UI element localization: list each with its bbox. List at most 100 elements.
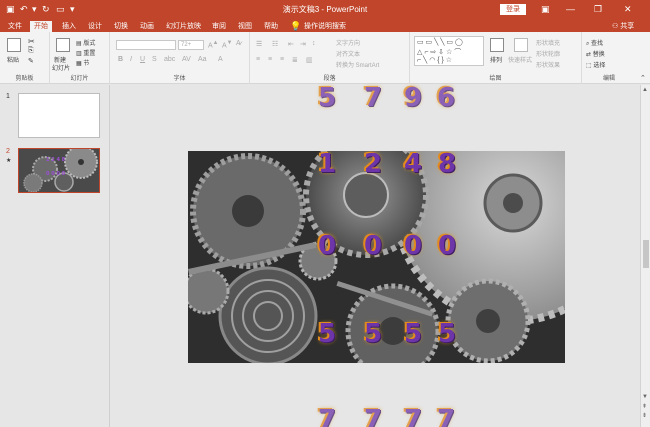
section-button[interactable]: ▦ 节: [76, 58, 89, 67]
paste-icon[interactable]: [7, 38, 21, 52]
bold-icon[interactable]: B: [118, 56, 123, 63]
digit-row1-4[interactable]: 8: [438, 151, 456, 177]
tab-help[interactable]: 帮助: [260, 21, 282, 32]
reset-button[interactable]: ▥ 重置: [76, 48, 95, 57]
decrease-indent-icon[interactable]: ⇤: [288, 40, 294, 48]
digit-row1-2[interactable]: 2: [364, 151, 382, 177]
align-center-icon[interactable]: ≡: [268, 56, 272, 63]
quick-styles-button[interactable]: 快速样式: [508, 55, 532, 64]
share-button[interactable]: ⚇ 共享: [608, 21, 638, 32]
new-slide-button-line2[interactable]: 幻灯片: [52, 63, 70, 72]
gears-thumbnail-image: 1 2 4 8 0 0 0 0: [19, 149, 99, 192]
scroll-up-icon[interactable]: ▲: [642, 87, 648, 93]
clear-format-icon[interactable]: A̷: [236, 40, 241, 47]
tab-insert[interactable]: 插入: [58, 21, 80, 32]
restore-icon[interactable]: ❐: [594, 3, 602, 15]
font-group: 72+ A▲ A▼ A̷ B I U S abc AV Aa A 字体: [110, 32, 250, 84]
scroll-down-icon[interactable]: ▼: [642, 394, 648, 400]
format-painter-icon[interactable]: ✎: [28, 57, 34, 65]
increase-indent-icon[interactable]: ⇥: [300, 40, 306, 48]
copy-icon[interactable]: ⎘: [28, 47, 34, 55]
login-button[interactable]: 登录: [500, 4, 526, 15]
collapse-ribbon-icon[interactable]: ⌃: [640, 74, 646, 82]
char-spacing-icon[interactable]: AV: [182, 56, 191, 63]
change-case-icon[interactable]: Aa: [198, 56, 207, 63]
tab-view[interactable]: 视图: [234, 21, 256, 32]
digit-row2-1[interactable]: 0: [318, 233, 336, 259]
digit-above-3[interactable]: 9: [404, 85, 422, 111]
digit-above-2[interactable]: 7: [364, 85, 382, 111]
tab-design[interactable]: 设计: [84, 21, 106, 32]
shape-effects-button[interactable]: 形状效果: [536, 60, 560, 69]
close-icon[interactable]: ✕: [624, 3, 632, 15]
italic-icon[interactable]: I: [130, 56, 132, 63]
previous-slide-icon[interactable]: ⇞: [642, 403, 647, 410]
increase-font-icon[interactable]: A▲: [208, 40, 218, 49]
slide-thumbnail-2[interactable]: 1 2 4 8 0 0 0 0: [18, 148, 100, 193]
digit-row1-3[interactable]: 4: [404, 151, 422, 177]
columns-icon[interactable]: ▥: [306, 56, 313, 64]
slide-thumbnail-1[interactable]: [18, 93, 100, 138]
font-name-box[interactable]: [116, 40, 176, 50]
find-button[interactable]: ⌕ 查找: [586, 38, 603, 48]
bullets-icon[interactable]: ☰: [256, 40, 262, 48]
strikethrough-icon[interactable]: abc: [164, 56, 175, 63]
ribbon-display-icon[interactable]: ▣: [541, 3, 550, 15]
align-text-button[interactable]: 对齐文本: [336, 49, 360, 58]
tab-file[interactable]: 文件: [4, 21, 26, 32]
layout-button[interactable]: ▤ 版式: [76, 38, 95, 47]
tab-slideshow[interactable]: 幻灯片放映: [162, 21, 205, 32]
digit-below-3[interactable]: 7: [404, 407, 422, 427]
underline-icon[interactable]: U: [140, 56, 145, 63]
digit-above-4[interactable]: 6: [437, 85, 455, 111]
digit-row3-2[interactable]: 5: [364, 321, 382, 347]
replace-button[interactable]: ⇄ 替换: [586, 49, 605, 58]
digit-row2-2[interactable]: 0: [364, 233, 382, 259]
tab-transitions[interactable]: 切换: [110, 21, 132, 32]
arrange-button[interactable]: 排列: [490, 55, 502, 64]
font-size-box[interactable]: 72+: [178, 40, 204, 50]
shape-outline-button[interactable]: 形状轮廓: [536, 49, 560, 58]
digit-row3-4[interactable]: 5: [438, 321, 456, 347]
digit-row2-4[interactable]: 0: [438, 233, 456, 259]
text-direction-button[interactable]: 文字方向: [336, 38, 360, 47]
justify-icon[interactable]: ≣: [292, 56, 298, 64]
numbering-icon[interactable]: ☷: [272, 40, 278, 48]
font-color-icon[interactable]: A: [218, 56, 223, 63]
slide[interactable]: 1 2 4 8 0 0 0 0 5 5 5 5: [188, 151, 565, 363]
tab-animations[interactable]: 动画: [136, 21, 158, 32]
drawing-group: ▭ ▭ ╲ ╲ ▭ ◯ △ ⌐ ⇨ ⇩ ☆ ⌒ ⌐ ╲ ◠ { } ☆ 排列 快…: [410, 32, 582, 84]
cut-icon[interactable]: ✂: [28, 37, 35, 46]
digit-below-4[interactable]: 7: [437, 407, 455, 427]
smartart-button[interactable]: 转换为 SmartArt: [336, 60, 379, 69]
slide-number-1: 1: [6, 93, 10, 100]
digit-row3-1[interactable]: 5: [318, 321, 336, 347]
align-left-icon[interactable]: ≡: [256, 56, 260, 63]
digit-below-1[interactable]: 7: [318, 407, 336, 427]
next-slide-icon[interactable]: ⇟: [642, 412, 647, 419]
tell-me-search[interactable]: 操作说明搜索: [300, 21, 350, 32]
quick-styles-icon[interactable]: [514, 38, 528, 52]
arrange-icon[interactable]: [490, 38, 504, 52]
digit-below-2[interactable]: 7: [364, 407, 382, 427]
shapes-gallery[interactable]: ▭ ▭ ╲ ╲ ▭ ◯ △ ⌐ ⇨ ⇩ ☆ ⌒ ⌐ ╲ ◠ { } ☆: [414, 36, 484, 66]
digit-above-1[interactable]: 5: [318, 85, 336, 111]
digit-row2-3[interactable]: 0: [404, 233, 422, 259]
decrease-font-icon[interactable]: A▼: [222, 40, 232, 49]
digit-row1-1[interactable]: 1: [318, 151, 336, 177]
slides-group-label: 幻灯片: [70, 76, 89, 82]
digit-row3-3[interactable]: 5: [404, 321, 422, 347]
minimize-icon[interactable]: —: [566, 3, 575, 15]
shadow-icon[interactable]: S: [152, 56, 157, 63]
slide-editing-canvas[interactable]: 5 7 9 6 1 2 4 8 0 0 0 0 5 5 5 5 7 7 7 7: [111, 85, 640, 427]
tab-home[interactable]: 开始: [30, 21, 52, 32]
align-right-icon[interactable]: ≡: [280, 56, 284, 63]
shape-fill-button[interactable]: 形状填充: [536, 38, 560, 47]
new-slide-icon[interactable]: [56, 38, 70, 52]
select-button[interactable]: ⬚ 选择: [586, 60, 605, 69]
vertical-scrollbar[interactable]: ▲ ▼ ⇞ ⇟: [640, 85, 650, 427]
paste-button[interactable]: 粘贴: [7, 55, 19, 64]
line-spacing-icon[interactable]: ↕: [312, 40, 316, 47]
tab-review[interactable]: 审阅: [208, 21, 230, 32]
scrollbar-thumb[interactable]: [643, 240, 649, 268]
